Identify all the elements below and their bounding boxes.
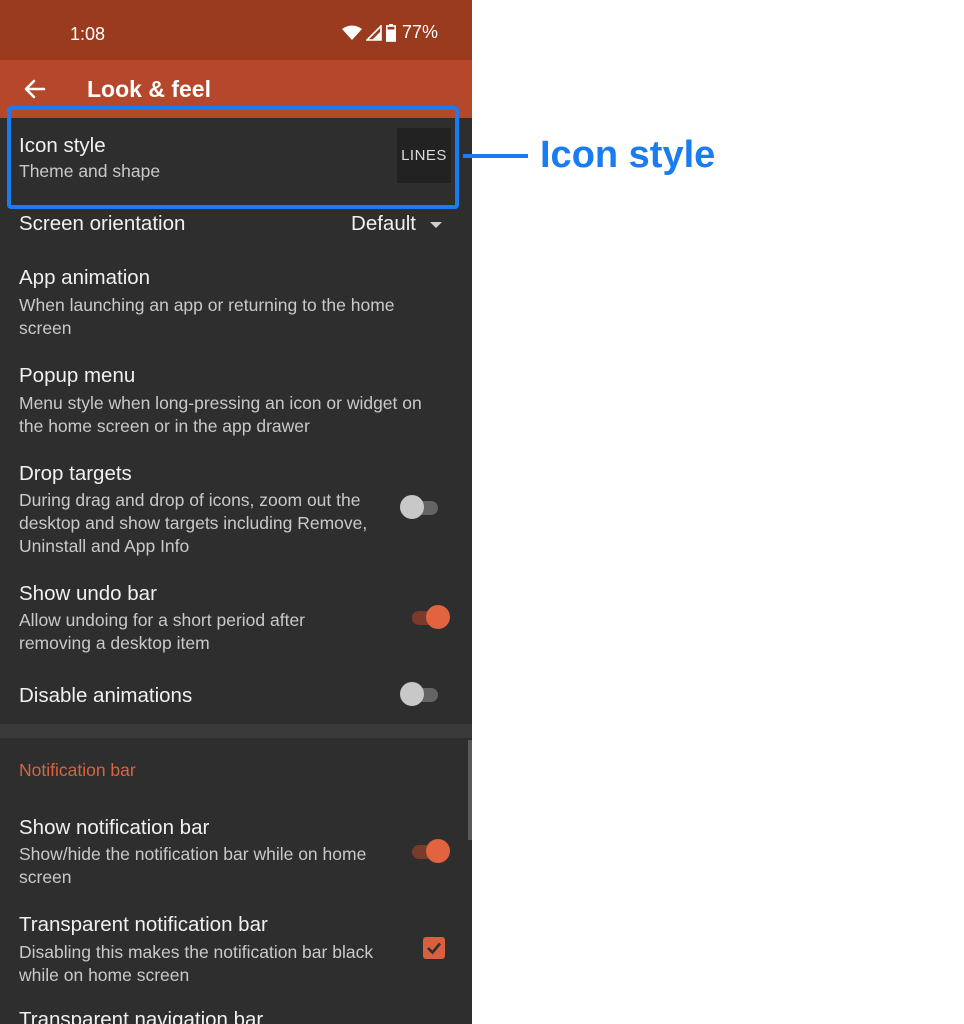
wifi-icon (341, 25, 362, 40)
setting-title: Popup menu (19, 364, 136, 387)
setting-subtitle: During drag and drop of icons, zoom out … (19, 490, 368, 556)
setting-subtitle: Allow undoing for a short period after r… (19, 610, 305, 653)
setting-subtitle: When launching an app or returning to th… (19, 295, 395, 338)
switch-thumb (426, 839, 450, 863)
annotation-label: Icon style (540, 134, 716, 176)
notification-bar-switch[interactable] (410, 838, 450, 866)
scrollbar[interactable] (468, 740, 472, 840)
battery-level: 77% (401, 22, 438, 42)
page-title: Look & feel (87, 76, 211, 102)
setting-title: Show notification bar (19, 816, 210, 839)
annotation-callout-line (463, 154, 528, 158)
switch-thumb (400, 495, 424, 519)
status-bar: 1:08 77% (0, 0, 472, 60)
setting-title: Transparent navigation bar (19, 1008, 264, 1024)
section-divider (0, 724, 472, 738)
status-time: 1:08 (70, 24, 106, 44)
setting-title: Disable animations (19, 684, 193, 707)
switch-thumb (400, 682, 424, 706)
setting-subtitle: Show/hide the notification bar while on … (19, 844, 367, 887)
battery-icon (385, 23, 396, 42)
disable-animations-switch[interactable] (400, 681, 440, 709)
checkmark-icon (427, 942, 441, 955)
status-icons: 77% (341, 22, 438, 43)
setting-title: Drop targets (19, 462, 132, 485)
orientation-dropdown[interactable]: Default (351, 212, 442, 236)
arrow-back-icon[interactable] (22, 76, 48, 102)
signal-icon (365, 24, 382, 41)
setting-title: Screen orientation (19, 212, 186, 235)
setting-subtitle: Menu style when long-pressing an icon or… (19, 393, 422, 436)
dropdown-value: Default (351, 212, 416, 235)
caret-down-icon (430, 222, 442, 228)
switch-thumb (426, 605, 450, 629)
undo-bar-switch[interactable] (410, 604, 450, 632)
drop-targets-switch[interactable] (400, 494, 440, 522)
setting-subtitle: Disabling this makes the notification ba… (19, 942, 374, 985)
setting-title: Show undo bar (19, 582, 157, 605)
annotation-highlight-box (7, 106, 459, 209)
section-header: Notification bar (19, 760, 136, 780)
transparent-notification-checkbox[interactable] (423, 937, 445, 959)
setting-title: Transparent notification bar (19, 913, 268, 936)
setting-title: App animation (19, 266, 151, 289)
